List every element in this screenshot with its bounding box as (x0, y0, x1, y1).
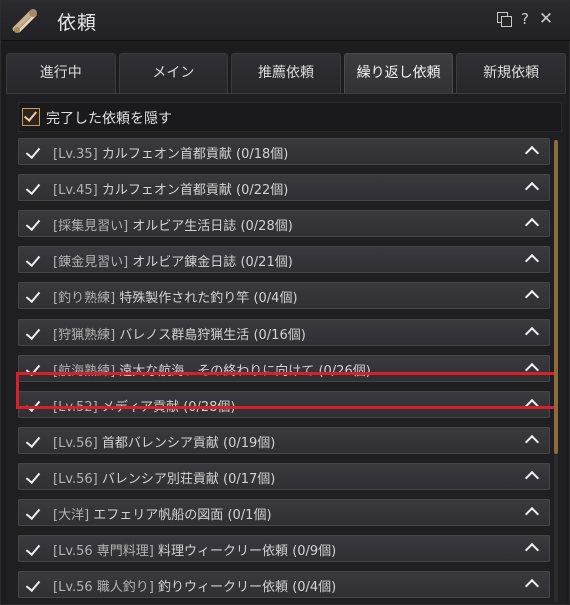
quest-tag: [採集見習い] (53, 219, 129, 234)
check-icon (25, 287, 41, 304)
quest-row[interactable]: [Lv.35] カルフェオン首都貢献 (0/18個) (18, 138, 550, 165)
check-icon (25, 179, 41, 196)
scroll-icon (12, 9, 37, 33)
quest-window: 依頼 ? ✕ 進行中 メイン 推薦依頼 繰り返し依頼 新規依頼 完了した依頼を隠… (0, 0, 570, 605)
help-icon[interactable]: ? (516, 9, 534, 29)
quest-label: [Lv.35] カルフェオン首都貢献 (0/18個) (53, 143, 288, 162)
tab-in-progress[interactable]: 進行中 (6, 53, 116, 93)
collapse-caret-icon[interactable] (524, 253, 540, 269)
quest-tag: [Lv.45] (53, 183, 98, 198)
hide-completed-row[interactable]: 完了した依頼を隠す (18, 102, 562, 132)
hide-completed-checkbox[interactable] (22, 108, 40, 126)
collapse-caret-icon[interactable] (524, 434, 540, 450)
quest-row[interactable]: [Lv.56] 首都バレンシア貢献 (0/19個) (18, 427, 550, 454)
quest-label: [Lv.56 専門料理] 料理ウィークリー依頼 (0/9個) (53, 540, 336, 559)
quest-tag: [Lv.56 職人釣り] (53, 580, 154, 595)
collapse-caret-icon[interactable] (524, 542, 540, 558)
quest-name: カルフェオン首都貢献 (101, 183, 232, 198)
copy-icon[interactable] (494, 9, 512, 29)
check-icon (25, 215, 41, 232)
quest-tag: [大洋] (53, 508, 90, 523)
check-icon (25, 324, 41, 341)
quest-progress: (0/19個) (223, 436, 276, 451)
scrollbar-thumb[interactable] (554, 140, 558, 454)
check-icon (25, 432, 41, 449)
quest-label: [Lv.56] 首都バレンシア貢献 (0/19個) (53, 432, 275, 451)
quest-label: [釣り熟練] 特殊製作された釣り竿 (0/4個) (53, 287, 298, 306)
quest-tag: [錬金見習い] (53, 255, 129, 270)
quest-label: [Lv.45] カルフェオン首都貢献 (0/22個) (53, 179, 288, 198)
check-icon (25, 576, 41, 593)
quest-name: オルビア生活日誌 (132, 219, 237, 234)
quest-progress: (0/16個) (253, 328, 306, 343)
quest-progress: (0/1個) (227, 508, 272, 523)
hide-completed-label: 完了した依頼を隠す (46, 111, 172, 127)
quest-label: [大洋] エフェリア帆船の図面 (0/1個) (53, 504, 272, 523)
tab-recommended[interactable]: 推薦依頼 (231, 53, 341, 93)
check-icon (25, 468, 41, 485)
quest-row[interactable]: [採集見習い] オルビア生活日誌 (0/28個) (18, 210, 550, 237)
quest-progress: (0/17個) (223, 472, 276, 487)
check-icon (25, 251, 41, 268)
highlight-box (16, 372, 558, 409)
quest-progress: (0/21個) (240, 255, 293, 270)
quest-name: 首都バレンシア貢献 (101, 436, 219, 451)
quest-row[interactable]: [大洋] エフェリア帆船の図面 (0/1個) (18, 499, 550, 526)
quest-progress: (0/22個) (236, 183, 289, 198)
quest-name: 料理ウィークリー依頼 (158, 544, 289, 559)
quest-name: バレノス群島狩猟生活 (119, 328, 250, 343)
collapse-caret-icon[interactable] (524, 470, 540, 486)
tab-main[interactable]: メイン (118, 53, 229, 93)
quest-tag: [Lv.56 専門料理] (53, 544, 154, 559)
quest-name: 特殊製作された釣り竿 (119, 291, 250, 306)
collapse-caret-icon[interactable] (524, 289, 540, 305)
quest-tag: [釣り熟練] (53, 291, 116, 306)
quest-row[interactable]: [錬金見習い] オルビア錬金日誌 (0/21個) (18, 246, 550, 273)
collapse-caret-icon[interactable] (524, 578, 540, 594)
quest-name: バレンシア別荘貢献 (101, 472, 219, 487)
collapse-caret-icon[interactable] (524, 326, 540, 342)
check-icon (25, 143, 41, 160)
quest-row[interactable]: [Lv.56 専門料理] 料理ウィークリー依頼 (0/9個) (18, 535, 550, 562)
title-bar[interactable]: 依頼 ? ✕ (1, 1, 570, 41)
quest-progress: (0/9個) (292, 544, 337, 559)
quest-row[interactable]: [Lv.56 職人釣り] 釣りウィークリー依頼 (0/4個) (18, 571, 550, 598)
quest-row[interactable]: [Lv.56] バレンシア別荘貢献 (0/17個) (18, 463, 550, 490)
quest-tag: [狩猟熟練] (53, 328, 116, 343)
quest-label: [採集見習い] オルビア生活日誌 (0/28個) (53, 215, 293, 234)
collapse-caret-icon[interactable] (524, 217, 540, 233)
check-icon (25, 504, 41, 521)
tab-bar: 進行中 メイン 推薦依頼 繰り返し依頼 新規依頼 (6, 53, 566, 93)
quest-row[interactable]: [狩猟熟練] バレノス群島狩猟生活 (0/16個) (18, 319, 550, 346)
quest-tag: [Lv.56] (53, 436, 98, 451)
check-icon (25, 540, 41, 557)
quest-row[interactable]: [Lv.45] カルフェオン首都貢献 (0/22個) (18, 174, 550, 201)
quest-name: オルビア錬金日誌 (132, 255, 237, 270)
quest-name: 釣りウィークリー依頼 (158, 580, 289, 595)
quest-tag: [Lv.56] (53, 472, 98, 487)
quest-row[interactable]: [釣り熟練] 特殊製作された釣り竿 (0/4個) (18, 282, 550, 309)
quest-label: [錬金見習い] オルビア錬金日誌 (0/21個) (53, 251, 293, 270)
quest-label: [Lv.56 職人釣り] 釣りウィークリー依頼 (0/4個) (53, 576, 336, 595)
window-title: 依頼 (57, 12, 98, 34)
quest-progress: (0/28個) (240, 219, 293, 234)
close-icon[interactable]: ✕ (537, 9, 555, 29)
collapse-caret-icon[interactable] (524, 181, 540, 197)
tab-new[interactable]: 新規依頼 (456, 53, 566, 93)
tab-repeat[interactable]: 繰り返し依頼 (343, 53, 454, 93)
quest-name: エフェリア帆船の図面 (93, 508, 224, 523)
quest-label: [Lv.56] バレンシア別荘貢献 (0/17個) (53, 468, 275, 487)
collapse-caret-icon[interactable] (524, 145, 540, 161)
collapse-caret-icon[interactable] (524, 506, 540, 522)
quest-progress: (0/18個) (236, 147, 289, 162)
quest-list-panel: 完了した依頼を隠す [Lv.35] カルフェオン首都貢献 (0/18個) [Lv.… (6, 94, 566, 604)
quest-name: カルフェオン首都貢献 (101, 147, 232, 162)
quest-tag: [Lv.35] (53, 147, 98, 162)
quest-label: [狩猟熟練] バレノス群島狩猟生活 (0/16個) (53, 324, 306, 343)
quest-progress: (0/4個) (292, 580, 337, 595)
quest-progress: (0/4個) (253, 291, 298, 306)
